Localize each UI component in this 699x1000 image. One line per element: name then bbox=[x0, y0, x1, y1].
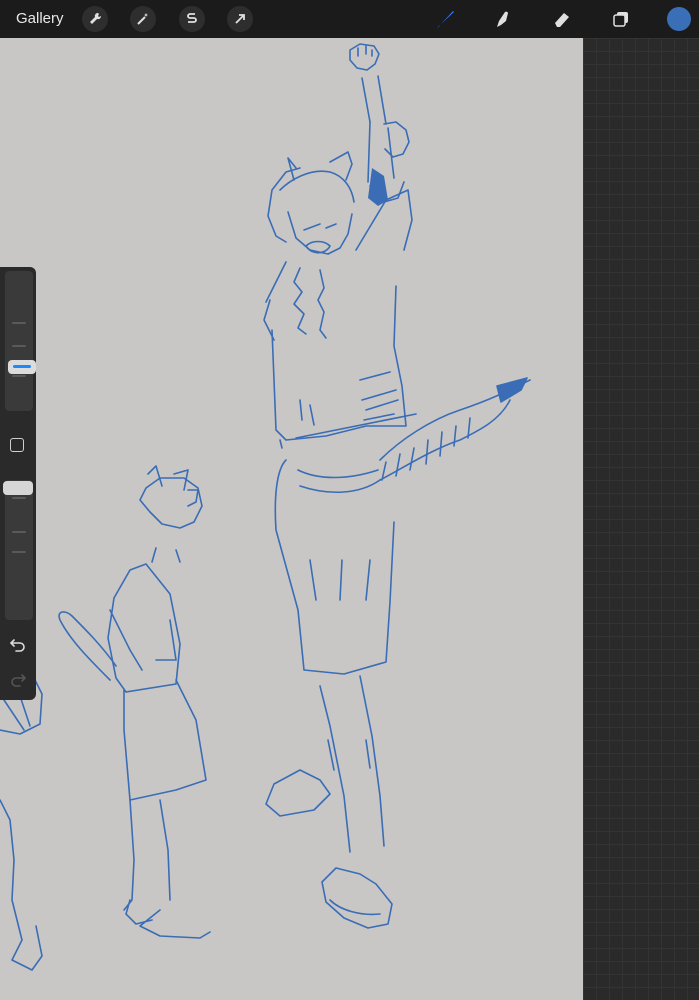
actions-wrench-icon[interactable] bbox=[82, 6, 108, 32]
gallery-button[interactable]: Gallery bbox=[16, 10, 64, 27]
brush-icon[interactable] bbox=[432, 6, 458, 32]
top-toolbar: Gallery bbox=[0, 0, 699, 38]
adjustments-magic-wand-icon[interactable] bbox=[130, 6, 156, 32]
transform-arrow-icon[interactable] bbox=[227, 6, 253, 32]
opacity-knob[interactable] bbox=[3, 481, 33, 495]
canvas-outside-area bbox=[583, 38, 699, 1000]
smudge-icon[interactable] bbox=[490, 6, 516, 32]
slider-tick bbox=[12, 345, 26, 347]
drawing-canvas[interactable] bbox=[0, 38, 583, 1000]
selection-s-icon[interactable] bbox=[179, 6, 205, 32]
eraser-icon[interactable] bbox=[549, 6, 575, 32]
brush-size-knob[interactable] bbox=[8, 360, 36, 374]
undo-icon[interactable] bbox=[8, 634, 28, 654]
slider-tick bbox=[12, 497, 26, 499]
modify-button[interactable] bbox=[10, 438, 24, 452]
layers-icon[interactable] bbox=[608, 6, 634, 32]
opacity-slider[interactable] bbox=[5, 480, 33, 620]
brush-size-slider[interactable] bbox=[5, 271, 36, 411]
slider-tick bbox=[12, 531, 26, 533]
sidebar bbox=[0, 267, 36, 700]
slider-tick bbox=[12, 375, 26, 377]
color-picker-button[interactable] bbox=[667, 7, 691, 31]
sketch-artwork bbox=[0, 43, 531, 971]
redo-icon[interactable] bbox=[8, 669, 28, 689]
slider-tick bbox=[12, 551, 26, 553]
slider-tick bbox=[12, 322, 26, 324]
